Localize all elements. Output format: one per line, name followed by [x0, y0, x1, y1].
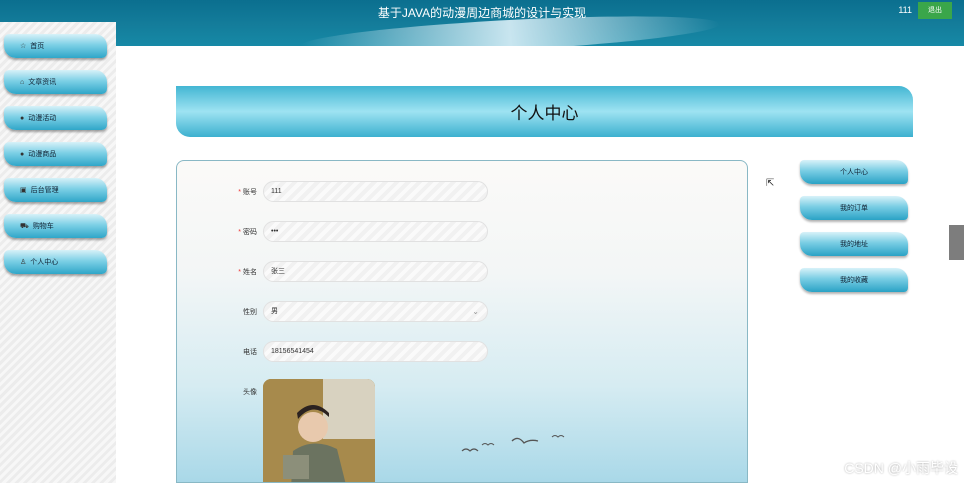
dot-icon: ●: [20, 114, 25, 122]
user-icon: ♙: [20, 259, 27, 266]
gender-select[interactable]: 男 ⌄: [263, 301, 488, 322]
menu-my-address[interactable]: 我的地址: [800, 232, 908, 256]
sidebar-item-articles[interactable]: ⌂ 文章资讯: [4, 70, 107, 94]
side-float-tab[interactable]: [949, 225, 964, 260]
sidebar-item-products[interactable]: ● 动漫商品: [4, 142, 107, 166]
account-row: * 账号 111: [177, 181, 747, 203]
password-input[interactable]: •••: [263, 221, 488, 242]
username-label: 111: [898, 5, 912, 15]
sidebar-item-label: 动漫活动: [28, 115, 57, 122]
sidebar-item-events[interactable]: ● 动漫活动: [4, 106, 107, 130]
phone-label: 电话: [243, 349, 257, 356]
site-title: 基于JAVA的动漫周边商城的设计与实现: [377, 6, 587, 20]
sidebar-item-label: 购物车: [32, 223, 54, 230]
gender-value: 男: [271, 308, 278, 315]
sidebar-item-label: 文章资讯: [28, 79, 57, 86]
box-icon: ▣: [20, 187, 27, 194]
password-row: * 密码 •••: [177, 221, 747, 243]
watermark: CSDN @小雨毕设: [844, 460, 958, 476]
page-title: 个人中心: [176, 86, 913, 137]
account-input[interactable]: 111: [263, 181, 488, 202]
sidebar-item-label: 动漫商品: [28, 151, 57, 158]
avatar-photo: [263, 379, 375, 482]
star-icon: ☆: [20, 43, 27, 50]
top-header: 基于JAVA的动漫周边商城的设计与实现 111 退出: [0, 0, 964, 46]
avatar[interactable]: [263, 379, 375, 482]
name-input[interactable]: 张三: [263, 261, 488, 282]
phone-input[interactable]: 18156541454: [263, 341, 488, 362]
avatar-label: 头像: [243, 389, 257, 396]
sidebar: ☆ 首页 ⌂ 文章资讯 ● 动漫活动 ● 动漫商品 ▣ 后台管理 ⛟ 购物车 ♙…: [0, 22, 116, 483]
chevron-down-icon: ⌄: [472, 307, 479, 316]
menu-my-favorites[interactable]: 我的收藏: [800, 268, 908, 292]
gender-label: 性别: [243, 309, 257, 316]
sidebar-item-label: 首页: [30, 43, 45, 50]
name-row: * 姓名 张三: [177, 261, 747, 283]
sidebar-item-profile[interactable]: ♙ 个人中心: [4, 250, 107, 274]
phone-row: 电话 18156541454: [177, 341, 747, 363]
mouse-cursor-icon: ⇱: [766, 178, 775, 189]
cart-icon: ⛟: [20, 222, 29, 230]
sidebar-item-home[interactable]: ☆ 首页: [4, 34, 107, 58]
sidebar-item-admin[interactable]: ▣ 后台管理: [4, 178, 107, 202]
account-label: * 账号: [238, 189, 257, 196]
name-label: * 姓名: [238, 269, 257, 276]
menu-my-orders[interactable]: 我的订单: [800, 196, 908, 220]
sidebar-item-cart[interactable]: ⛟ 购物车: [4, 214, 107, 238]
sidebar-item-label: 后台管理: [30, 187, 59, 194]
bag-icon: ⌂: [20, 78, 25, 86]
dot-icon: ●: [20, 150, 25, 158]
birds-decoration: [461, 435, 565, 452]
password-label: * 密码: [238, 229, 257, 236]
profile-form-card: * 账号 111 * 密码 ••• * 姓名 张三 性别 男 ⌄ 电话 1815654…: [176, 160, 748, 483]
logout-button[interactable]: 退出: [918, 2, 952, 19]
menu-profile[interactable]: 个人中心: [800, 160, 908, 184]
sidebar-item-label: 个人中心: [30, 259, 59, 266]
gender-row: 性别 男 ⌄: [177, 301, 747, 323]
